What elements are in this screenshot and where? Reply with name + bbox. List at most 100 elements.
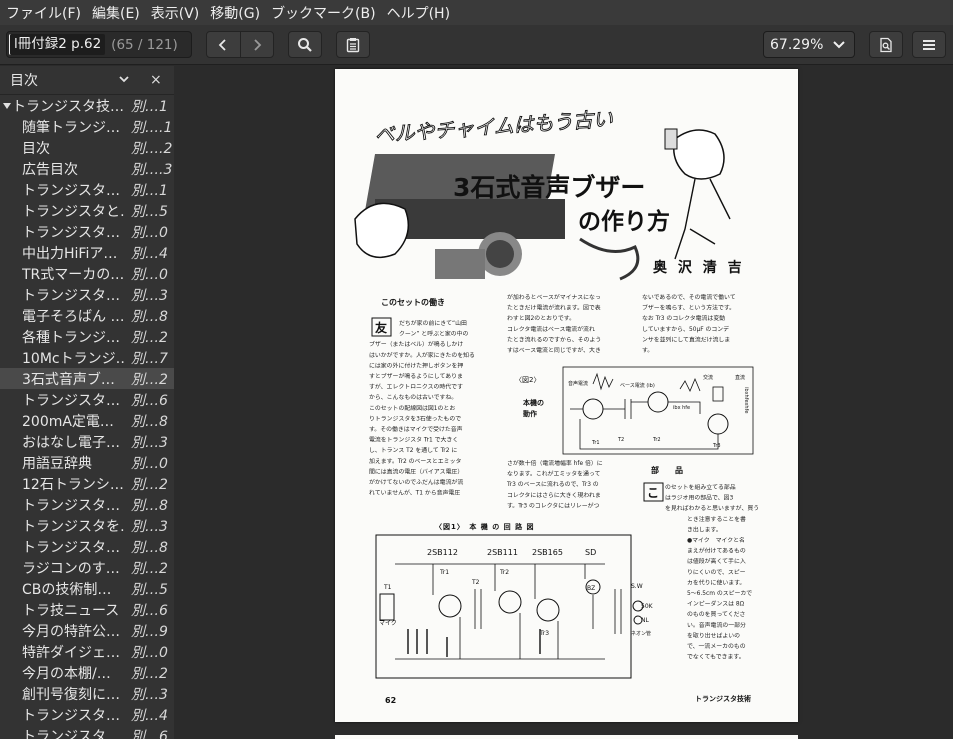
toc-item-title: トランジスタを… (22, 518, 126, 535)
figure-1-label-sd: SD (585, 548, 596, 557)
toc-item-page: 別…8 (131, 497, 168, 514)
menu-item-3[interactable]: 移動(G) (210, 3, 260, 23)
toc-item[interactable]: TR式マーカの… 別…0 (0, 263, 174, 284)
text-line: コレクタ電流はベース電流が流れ (507, 325, 595, 333)
text-line: す。その働きはマイクで受けた音声 (369, 425, 463, 433)
text-line: き出します。 (687, 525, 722, 533)
text-line: 加えます。Tr2 のベースとエミッタ (369, 457, 461, 465)
close-sidebar-button[interactable]: × (150, 72, 162, 88)
toc-item[interactable]: 今月の本棚/… 別…2 (0, 662, 174, 683)
toc-item[interactable]: ラジコンのす… 別…2 (0, 557, 174, 578)
toc-item[interactable]: トランジスタ技… 別…1 (0, 95, 174, 116)
document-search-button[interactable] (869, 31, 903, 58)
document-view[interactable]: ベルやチャイムはもう古い 3石式音声ブザー の作り方 奥 沢 清 吉 このセット… (175, 66, 953, 739)
toc-item[interactable]: 目次 別….2 (0, 137, 174, 158)
figure-1-label-nl: NL (641, 617, 649, 624)
toc-item-title: 200mA定電… (22, 413, 114, 430)
toc-item[interactable]: トランジスタを… 別…3 (0, 515, 174, 536)
toc-item[interactable]: 12石トランシ… 別…2 (0, 473, 174, 494)
main-menu-button[interactable] (912, 31, 946, 58)
toc-item-page: 別…3 (131, 434, 168, 451)
toc-item-title: ラジコンのす… (22, 560, 120, 577)
toc-item[interactable]: 中出力HiFiア… 別…4 (0, 242, 174, 263)
find-button[interactable] (288, 31, 322, 58)
page-entry[interactable]: l冊付録2 p.62 (65 / 121) (6, 31, 192, 58)
toc-item[interactable]: トランジスタ… 別…1 (0, 179, 174, 200)
headline-illustration: ベルやチャイムはもう古い 3石式音声ブザー の作り方 奥 沢 清 吉 (354, 106, 742, 281)
text-column-2-lower: さが数十倍（電流増幅率 hfe 倍）になります。これがエミッタを通って Tr3 の… (506, 459, 603, 509)
text-line: はラジオ用の部品で、図3 (665, 494, 733, 502)
text-line: わすと図2のとおりです。 (507, 315, 575, 322)
toc-item-page: 別…3 (131, 518, 168, 535)
running-footer: トランジスタ技術 (695, 694, 751, 703)
figure-1-label-q1: 2SB112 (427, 548, 458, 557)
next-page-button[interactable] (239, 32, 273, 57)
toc-item[interactable]: トランジスタと… 別…5 (0, 200, 174, 221)
annotations-button[interactable] (336, 31, 370, 58)
menu-item-4[interactable]: ブックマーク(B) (271, 3, 376, 23)
figure-1-label-r50k: 50K (641, 603, 654, 610)
figure-2-label: 〈図2〉 (515, 376, 540, 384)
toc-item[interactable]: トランジスタ… 別…4 (0, 704, 174, 725)
toc-item[interactable]: CBの技術制… 別…5 (0, 578, 174, 599)
toc-item[interactable]: 200mA定電… 別…8 (0, 410, 174, 431)
text-column-3: ないであるので、その電流で働いてブザーを鳴らす、という方法です。なお Tr3 の… (642, 293, 736, 354)
toc-item[interactable]: 電子そろばん … 別…8 (0, 305, 174, 326)
text-line: を取り出せばよいの (687, 631, 740, 639)
toc-item[interactable]: 特許ダイジェ… 別…0 (0, 641, 174, 662)
menu-item-0[interactable]: ファイル(F) (6, 3, 81, 23)
toc-item[interactable]: 各種トランジ… 別…2 (0, 326, 174, 347)
toc-item-title: トランジスタと… (22, 203, 126, 220)
toc-item-page: 別…3 (131, 686, 168, 703)
text-line: 5〜6.5cm のスピーカで (687, 590, 752, 597)
text-line: とき注意することを書 (687, 515, 746, 523)
toc-item[interactable]: 広告目次 別….3 (0, 158, 174, 179)
text-line: さが数十倍（電流増幅率 hfe 倍）に (507, 459, 603, 467)
menu-item-2[interactable]: 表示(V) (151, 3, 200, 23)
figure-1-label-q2: 2SB111 (487, 548, 518, 557)
toc-item[interactable]: トランジスタ… 別…8 (0, 494, 174, 515)
toc-item[interactable]: トランジスタ… 別…3 (0, 284, 174, 305)
chevron-down-icon[interactable] (118, 74, 130, 84)
text-line: す。 (642, 347, 653, 354)
toc-item-title: おはなし電子… (22, 434, 120, 451)
figure-1-label-t1: T1 (383, 584, 392, 591)
text-line: はいかがですか。人が家にきたのを知る (369, 351, 475, 359)
menu-item-5[interactable]: ヘルプ(H) (387, 3, 450, 23)
section-title: このセットの働き (381, 297, 445, 307)
sidebar-title[interactable]: 目次 (10, 70, 38, 90)
toc-item-title: トランジスタ技… (12, 98, 124, 115)
toc-item[interactable]: 今月の特許公… 別…9 (0, 620, 174, 641)
toc-item-page: 別…8 (131, 413, 168, 430)
text-line: い。音声電流の一部分 (687, 621, 746, 629)
toc-item[interactable]: トランジスタ… 別…6 (0, 389, 174, 410)
toc-item[interactable]: 3石式音声ブ… 別…2 (0, 368, 174, 389)
toc-item-page: 別…6 (131, 728, 168, 739)
text-line: インピーダンスは 8Ω (687, 600, 745, 608)
toc-item[interactable]: 創刊号復刻に… 別…3 (0, 683, 174, 704)
toc-item[interactable]: トラ技ニュース 別…6 (0, 599, 174, 620)
figure-1-label-sw: S.W (631, 583, 643, 590)
expander-triangle-icon[interactable] (3, 102, 11, 110)
toc-item[interactable]: 10Mcトランジ… 別…7 (0, 347, 174, 368)
toc-item-title: トランジスタ… (22, 182, 120, 199)
toc-item[interactable]: トランジスタ… 別…0 (0, 221, 174, 242)
text-line: ンサを並列にして直流だけ流しま (642, 335, 730, 343)
figure-1-label-tr1: Tr1 (439, 569, 449, 576)
text-line: で、一流メーカのもの (687, 642, 746, 650)
page-number: 62 (385, 696, 396, 705)
toc-item[interactable]: トランジスタ… 別…6 (0, 725, 174, 739)
figure-1-circuit: 2SB112 2SB111 2SB165 SD Tr1 Tr2 Tr3 T1 T… (375, 534, 654, 679)
toc-item[interactable]: 用語豆辞典 別…0 (0, 452, 174, 473)
toc-item[interactable]: トランジスタ… 別…8 (0, 536, 174, 557)
toc-item[interactable]: おはなし電子… 別…3 (0, 431, 174, 452)
text-line: を見ればわかると思いますが、買う (665, 504, 759, 512)
toc-item-title: 特許ダイジェ… (22, 644, 120, 661)
previous-page-button[interactable] (207, 32, 240, 57)
menu-item-1[interactable]: 編集(E) (92, 3, 140, 23)
text-line: は値段が高くて手に入 (687, 557, 746, 565)
zoom-selector[interactable]: 67.29% (763, 31, 855, 58)
figure-1-label-tr3: Tr3 (539, 630, 549, 637)
toc-item[interactable]: 随筆トランジ… 別….1 (0, 116, 174, 137)
page-entry-input[interactable]: l冊付録2 p.62 (9, 34, 106, 55)
